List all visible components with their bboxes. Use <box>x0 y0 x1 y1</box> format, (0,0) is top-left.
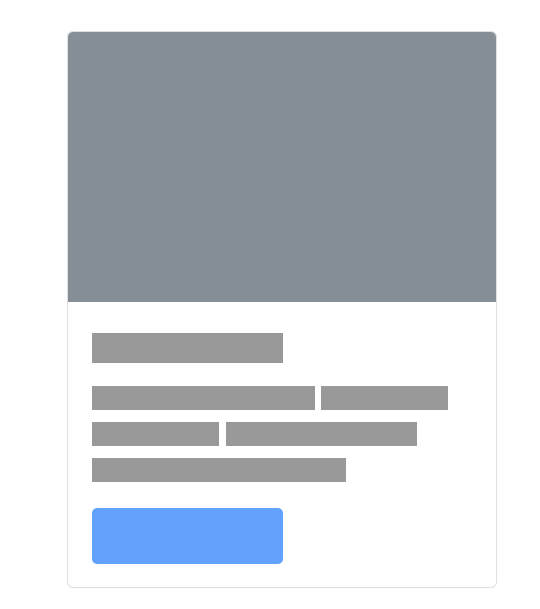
placeholder-card <box>67 31 497 588</box>
card-body <box>68 302 496 587</box>
text-placeholder-line-1-a <box>92 386 315 410</box>
card-image-placeholder <box>68 32 496 302</box>
text-placeholder-line-2-a <box>92 422 219 446</box>
card-button-placeholder[interactable] <box>92 508 283 564</box>
text-placeholder-line-2-b <box>226 422 417 446</box>
card-title-placeholder <box>92 333 283 363</box>
text-placeholder-line-3 <box>92 458 346 482</box>
text-placeholder-line-1-b <box>321 386 448 410</box>
